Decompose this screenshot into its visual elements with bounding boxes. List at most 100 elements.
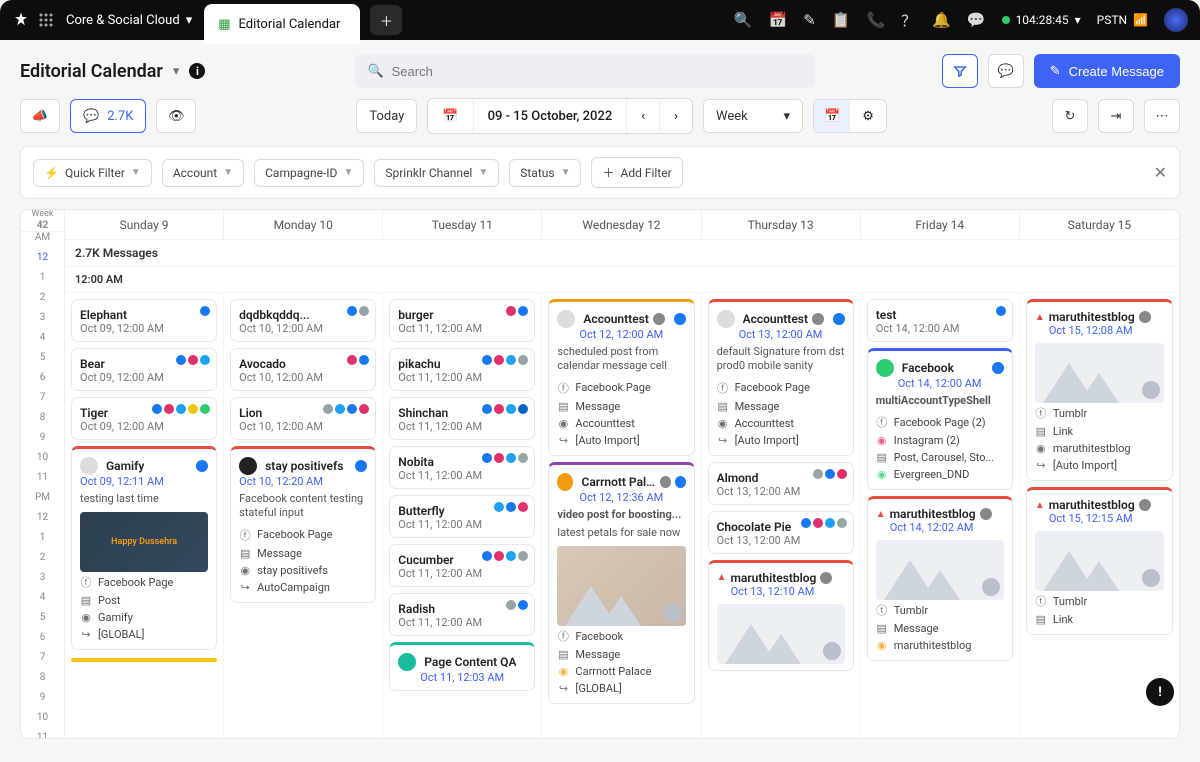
- filter-button[interactable]: [942, 54, 978, 88]
- compose-icon: ✎: [1050, 63, 1061, 79]
- hour-label: 11: [21, 472, 64, 492]
- info-icon: [1139, 499, 1151, 511]
- event-card-large[interactable]: ▲maruthitestblog Oct 15, 12:15 AM ⓣTumbl…: [1026, 487, 1173, 635]
- media-thumbnail: Happy Dussehra: [80, 512, 208, 572]
- refresh-button[interactable]: ↻: [1052, 99, 1088, 133]
- event-card[interactable]: AvocadoOct 10, 12:00 AM: [230, 348, 376, 391]
- event-card-large[interactable]: Carrnott Palace Oct 12, 12:36 AM video p…: [548, 462, 694, 705]
- clipboard-icon[interactable]: 📋: [832, 11, 851, 29]
- bell-icon[interactable]: 🔔: [932, 11, 951, 29]
- media-placeholder: [876, 540, 1004, 600]
- check-badge-icon: [996, 306, 1006, 316]
- event-card-large[interactable]: stay positivefs Oct 10, 12:20 AM Faceboo…: [230, 446, 376, 603]
- event-card[interactable]: burgerOct 11, 12:00 AM: [389, 299, 535, 342]
- help-icon[interactable]: ？: [901, 10, 916, 31]
- day-header[interactable]: Thursday 13: [702, 210, 861, 239]
- link-icon: [664, 604, 682, 622]
- account-filter-chip[interactable]: Account▼: [162, 159, 244, 187]
- tab-editorial-calendar[interactable]: ▦ Editorial Calendar: [204, 4, 360, 44]
- hour-label: 12: [21, 512, 64, 532]
- alert-badge[interactable]: !: [1146, 678, 1174, 706]
- chevron-down-icon: ▾: [784, 109, 791, 124]
- search-icon: 🔍: [367, 64, 383, 79]
- phone-icon[interactable]: 📞: [866, 11, 885, 29]
- search-input[interactable]: [392, 64, 804, 79]
- workspace-selector[interactable]: Core & Social Cloud ▾: [66, 13, 192, 28]
- event-card[interactable]: Page Content QAOct 11, 12:03 AM: [389, 642, 535, 691]
- event-card[interactable]: Chocolate PieOct 13, 12:00 AM: [708, 511, 854, 554]
- event-card[interactable]: ElephantOct 09, 12:00 AM: [71, 299, 217, 342]
- workspace-label: Core & Social Cloud: [66, 13, 180, 28]
- event-card-large[interactable]: ▲maruthitestblog Oct 15, 12:08 AM ⓣTumbl…: [1026, 299, 1173, 481]
- event-card-large[interactable]: ▲maruthitestblog Oct 13, 12:10 AM: [708, 560, 854, 671]
- event-card[interactable]: ShinchanOct 11, 12:00 AM: [389, 397, 535, 440]
- day-header[interactable]: Tuesday 11: [383, 210, 542, 239]
- event-card-large[interactable]: Accounttest Oct 13, 12:00 AM default Sig…: [708, 299, 854, 456]
- event-card[interactable]: pikachuOct 11, 12:00 AM: [389, 348, 535, 391]
- day-header[interactable]: Monday 10: [224, 210, 383, 239]
- next-button[interactable]: ›: [660, 99, 692, 133]
- indent-button[interactable]: ⇥: [1098, 99, 1134, 133]
- calendar-top-icon[interactable]: 📅: [769, 11, 788, 29]
- event-card-large[interactable]: ▲maruthitestblog Oct 14, 12:02 AM ⓣTumbl…: [867, 496, 1013, 661]
- close-filters-button[interactable]: ✕: [1154, 163, 1167, 182]
- calendar-picker-icon[interactable]: 📅: [428, 99, 473, 133]
- info-icon: [980, 508, 992, 520]
- date-range-label[interactable]: 09 - 15 October, 2022: [474, 99, 628, 133]
- event-card[interactable]: testOct 14, 12:00 AM: [867, 299, 1013, 342]
- view-selector[interactable]: Week▾: [703, 99, 803, 133]
- link-icon: [823, 642, 841, 660]
- user-avatar[interactable]: [1164, 8, 1188, 32]
- day-columns: ElephantOct 09, 12:00 AM BearOct 09, 12:…: [65, 293, 1179, 738]
- info-icon[interactable]: i: [189, 63, 205, 79]
- search-input-wrap[interactable]: 🔍: [355, 54, 815, 88]
- info-icon: [820, 572, 832, 584]
- create-message-button[interactable]: ✎ Create Message: [1034, 54, 1180, 88]
- event-card-large[interactable]: Gamify Oct 09, 12:11 AM testing last tim…: [71, 446, 217, 650]
- eye-button[interactable]: 👁: [156, 99, 196, 133]
- event-card[interactable]: TigerOct 09, 12:00 AM: [71, 397, 217, 440]
- hour-label: 8: [21, 672, 64, 692]
- event-card-large[interactable]: Accounttest Oct 12, 12:00 AM scheduled p…: [548, 299, 694, 456]
- day-header[interactable]: Sunday 9: [65, 210, 224, 239]
- chevron-down-icon[interactable]: ▾: [1075, 13, 1081, 27]
- chevron-down-icon[interactable]: ▾: [173, 64, 180, 79]
- calendar-view-button[interactable]: 📅: [814, 100, 850, 132]
- event-card-large[interactable]: Facebook Oct 14, 12:00 AM multiAccountTy…: [867, 348, 1013, 490]
- moon-icon: [660, 476, 671, 488]
- day-header[interactable]: Saturday 15: [1020, 210, 1179, 239]
- message-count-button[interactable]: 💬2.7K: [70, 99, 146, 133]
- edit-icon[interactable]: ✎: [803, 11, 816, 29]
- chat-button[interactable]: 💬: [988, 54, 1024, 88]
- quick-filter-chip[interactable]: ⚡Quick Filter▼: [33, 159, 152, 187]
- settings-view-button[interactable]: ⚙: [850, 100, 886, 132]
- channel-filter-chip[interactable]: Sprinklr Channel▼: [374, 159, 499, 187]
- add-filter-chip[interactable]: ＋Add Filter: [591, 157, 682, 188]
- toolbar: 📣 💬2.7K 👁 Today 📅 09 - 15 October, 2022 …: [0, 98, 1200, 146]
- event-card[interactable]: AlmondOct 13, 12:00 AM: [708, 462, 854, 505]
- event-card[interactable]: CucumberOct 11, 12:00 AM: [389, 544, 535, 587]
- add-tab-button[interactable]: ＋: [370, 5, 402, 35]
- search-icon[interactable]: 🔍: [734, 11, 753, 29]
- media-placeholder: [717, 604, 845, 664]
- event-card[interactable]: LionOct 10, 12:00 AM: [230, 397, 376, 440]
- col-thursday: Accounttest Oct 13, 12:00 AM default Sig…: [702, 293, 861, 738]
- day-header[interactable]: Wednesday 12: [542, 210, 701, 239]
- prev-button[interactable]: ‹: [627, 99, 660, 133]
- day-header[interactable]: Friday 14: [861, 210, 1020, 239]
- more-button[interactable]: ⋯: [1144, 99, 1180, 133]
- event-card[interactable]: ButterflyOct 11, 12:00 AM: [389, 495, 535, 538]
- event-card[interactable]: NobitaOct 11, 12:00 AM: [389, 446, 535, 489]
- global-icon: ↪: [80, 628, 92, 641]
- status-filter-chip[interactable]: Status▼: [509, 159, 581, 187]
- event-card[interactable]: dqdbkqddq...Oct 10, 12:00 AM: [230, 299, 376, 342]
- chat-icon[interactable]: 💬: [967, 11, 986, 29]
- campagne-filter-chip[interactable]: Campagne-ID▼: [254, 159, 364, 187]
- pstn-selector[interactable]: PSTN 📶: [1097, 13, 1148, 27]
- event-card[interactable]: RadishOct 11, 12:00 AM: [389, 593, 535, 636]
- today-button[interactable]: Today: [356, 99, 417, 133]
- media-placeholder: [557, 546, 685, 626]
- app-grid-icon[interactable]: [38, 12, 54, 28]
- megaphone-button[interactable]: 📣: [20, 99, 60, 133]
- event-card[interactable]: BearOct 09, 12:00 AM: [71, 348, 217, 391]
